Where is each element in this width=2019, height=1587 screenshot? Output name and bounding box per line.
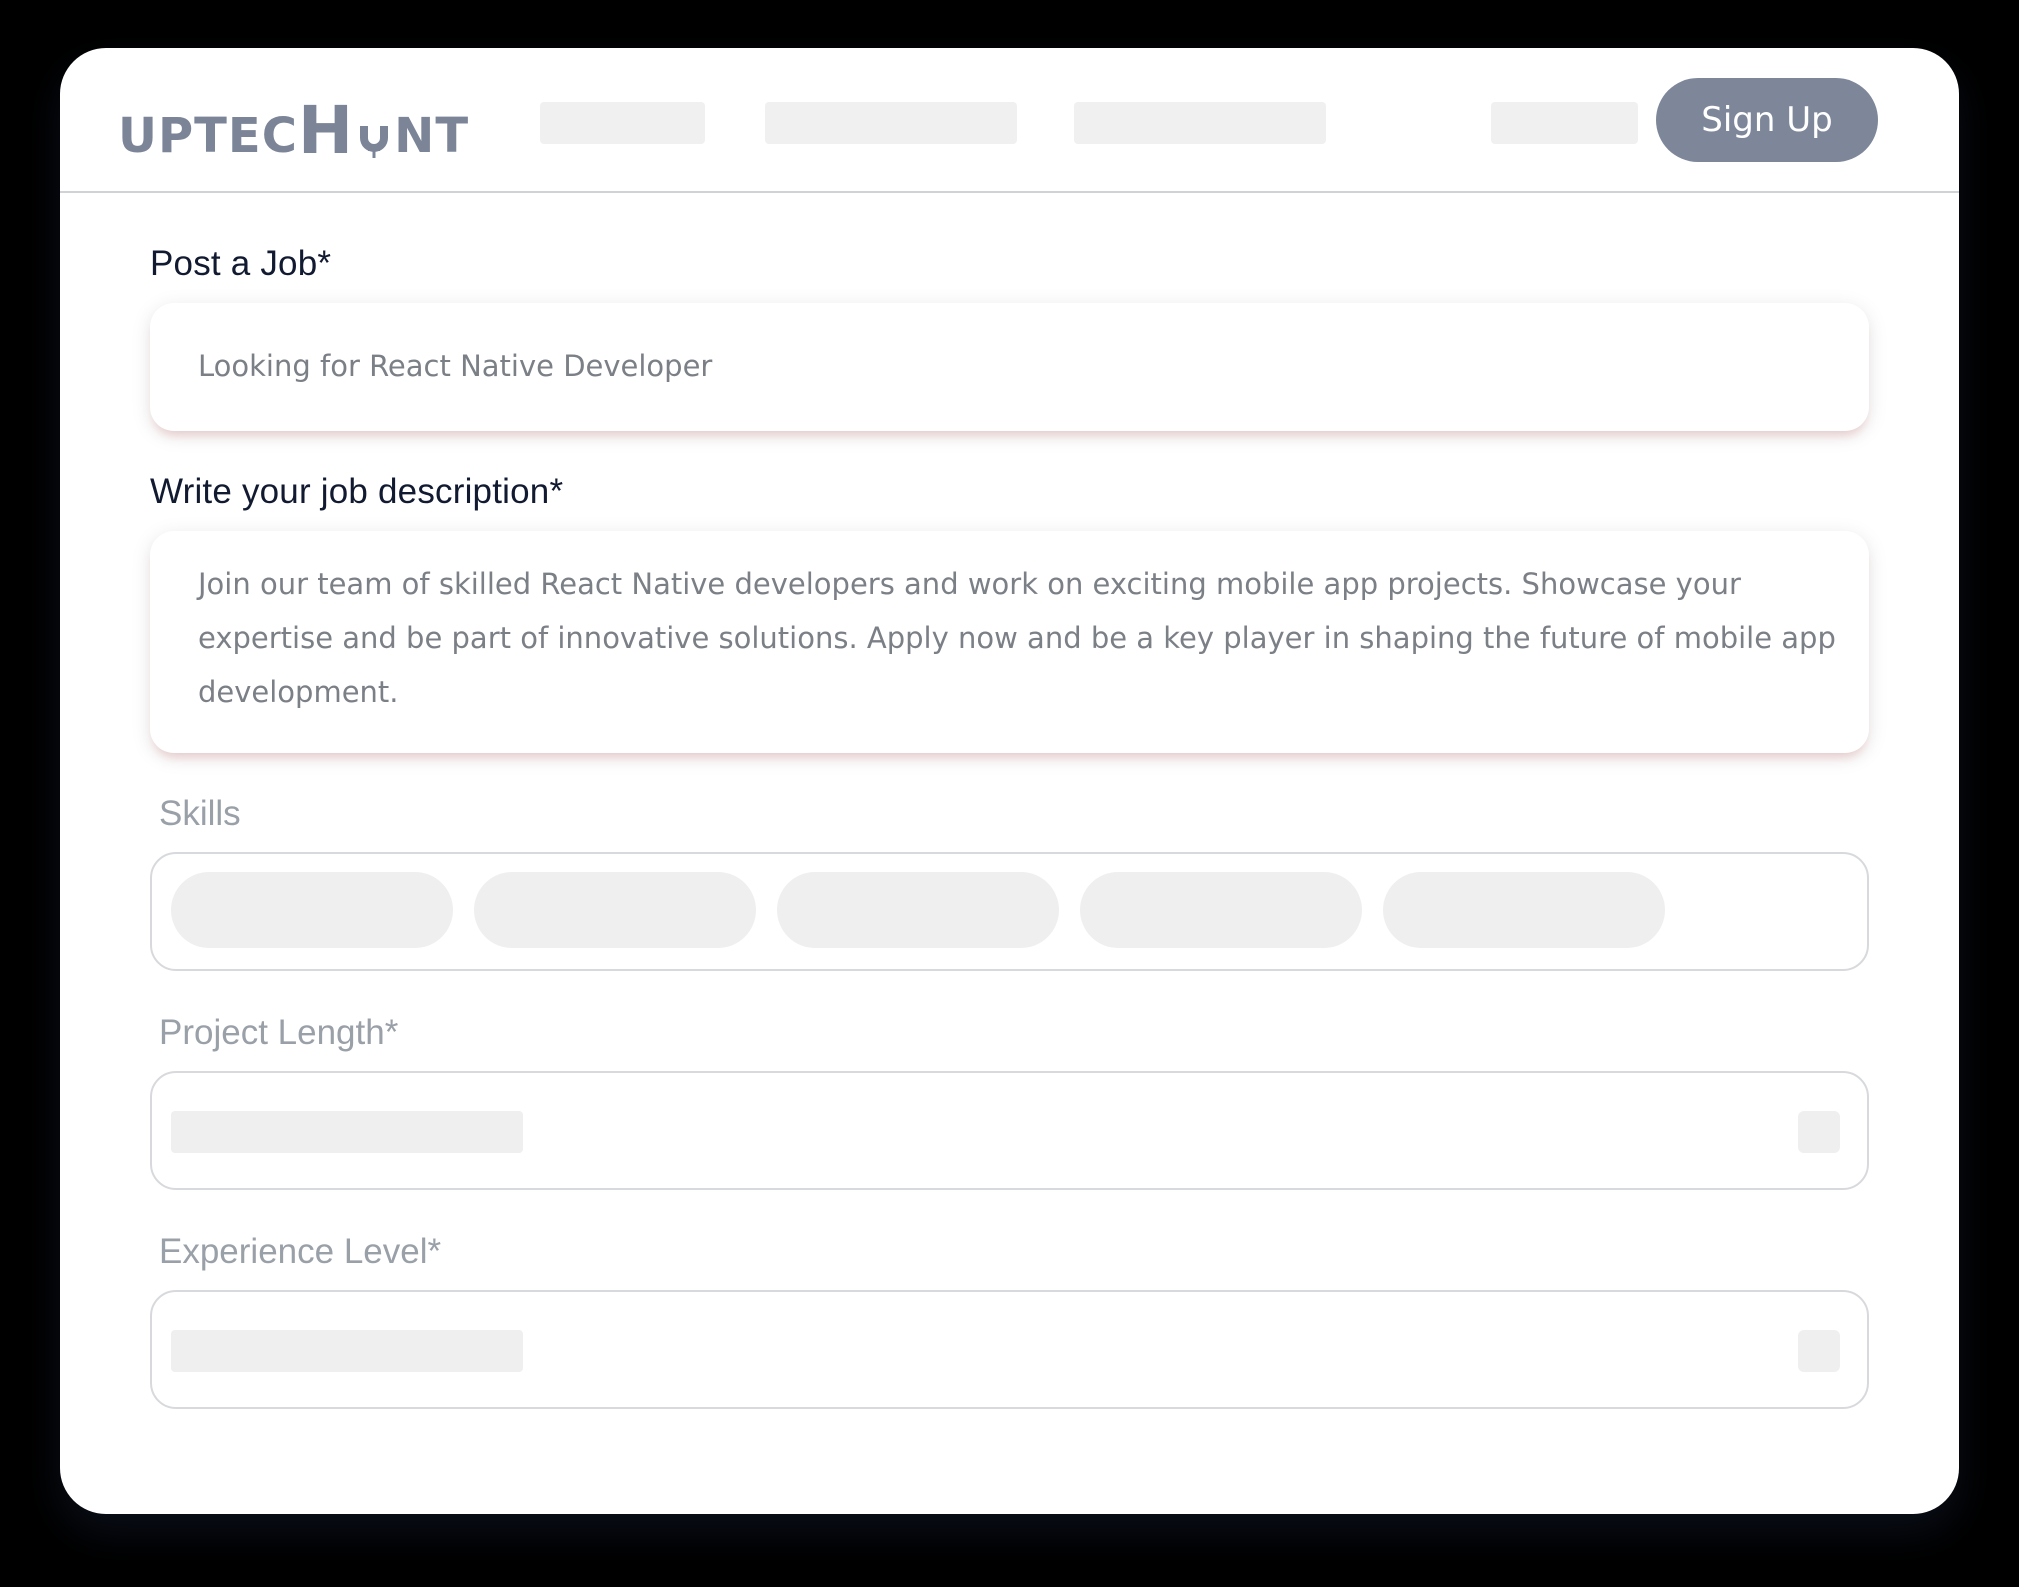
login-link-placeholder[interactable] xyxy=(1491,102,1638,144)
project-length-label: Project Length* xyxy=(159,1013,399,1052)
logo-prefix: UPTEC xyxy=(118,108,298,164)
app-window: UPTEC H NT Sign Up Post a Job* Looking f… xyxy=(60,48,1959,1514)
project-length-value-placeholder xyxy=(171,1111,523,1153)
magnet-icon xyxy=(356,116,392,160)
skill-chip-placeholder[interactable] xyxy=(777,872,1059,948)
nav-link-placeholder-1[interactable] xyxy=(540,102,705,144)
skill-chip-placeholder[interactable] xyxy=(1080,872,1362,948)
logo-suffix: NT xyxy=(394,108,470,164)
skill-chip-placeholder[interactable] xyxy=(1383,872,1665,948)
top-nav: UPTEC H NT Sign Up xyxy=(60,48,1959,193)
experience-level-value-placeholder xyxy=(171,1330,523,1372)
description-value: Join our team of skilled React Native de… xyxy=(198,567,1836,709)
skills-label: Skills xyxy=(159,794,241,833)
skills-field[interactable] xyxy=(150,852,1869,971)
description-textarea[interactable]: Join our team of skilled React Native de… xyxy=(150,531,1869,753)
sign-up-button[interactable]: Sign Up xyxy=(1656,78,1878,162)
job-title-label: Post a Job* xyxy=(150,244,332,283)
experience-level-label: Experience Level* xyxy=(159,1232,442,1271)
chevron-down-icon[interactable] xyxy=(1798,1330,1840,1372)
nav-link-placeholder-3[interactable] xyxy=(1074,102,1326,144)
skill-chip-placeholder[interactable] xyxy=(171,872,453,948)
chevron-down-icon[interactable] xyxy=(1798,1111,1840,1153)
experience-level-select[interactable] xyxy=(150,1290,1869,1409)
description-label: Write your job description* xyxy=(150,472,564,511)
job-title-value: Looking for React Native Developer xyxy=(198,349,713,383)
skill-chip-placeholder[interactable] xyxy=(474,872,756,948)
project-length-select[interactable] xyxy=(150,1071,1869,1190)
uptechunt-logo[interactable]: UPTEC H NT xyxy=(118,84,469,164)
logo-h: H xyxy=(297,92,355,169)
job-title-input[interactable]: Looking for React Native Developer xyxy=(150,303,1869,431)
nav-link-placeholder-2[interactable] xyxy=(765,102,1017,144)
